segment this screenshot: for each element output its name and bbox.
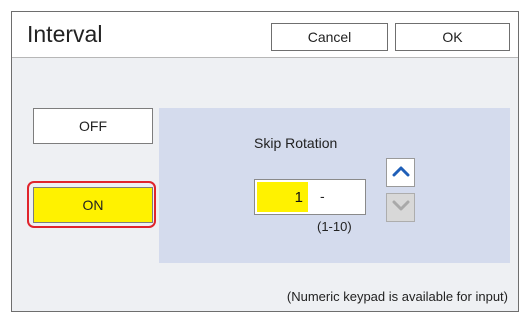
off-button[interactable]: OFF	[33, 108, 153, 144]
skip-rotation-label: Skip Rotation	[254, 135, 338, 151]
cancel-button[interactable]: Cancel	[271, 23, 388, 51]
dialog-title: Interval	[27, 21, 103, 47]
decrement-button[interactable]	[386, 193, 415, 222]
skip-rotation-suffix: -	[320, 188, 325, 204]
on-button[interactable]: ON	[33, 187, 153, 223]
skip-rotation-range: (1-10)	[317, 219, 352, 234]
chevron-up-icon	[392, 164, 410, 182]
interval-dialog: Interval Cancel OK OFF ON Skip Rotation …	[11, 11, 519, 312]
keypad-hint: (Numeric keypad is available for input)	[286, 289, 508, 304]
skip-rotation-panel: Skip Rotation 1 - (1-10)	[159, 108, 510, 263]
chevron-down-icon	[392, 199, 410, 217]
dialog-header: Interval Cancel OK	[12, 12, 518, 58]
ok-button[interactable]: OK	[395, 23, 510, 51]
skip-rotation-input[interactable]: 1 -	[254, 179, 366, 215]
increment-button[interactable]	[386, 158, 415, 187]
skip-rotation-value: 1	[257, 182, 308, 212]
